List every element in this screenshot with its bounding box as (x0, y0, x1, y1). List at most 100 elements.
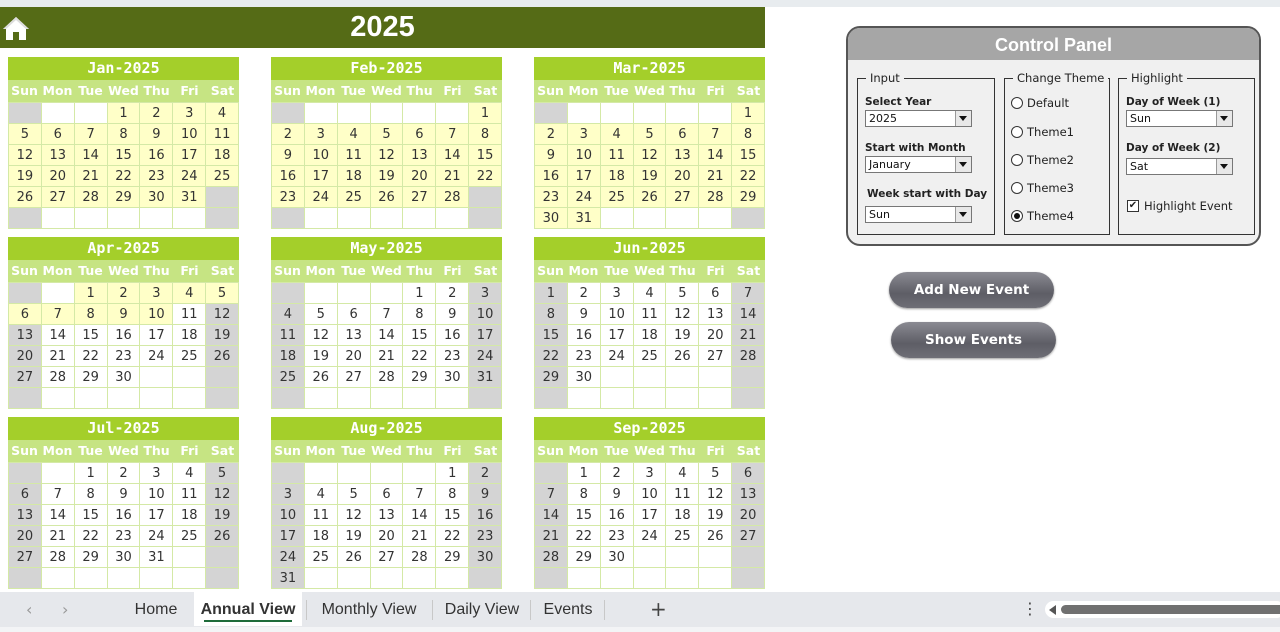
day-cell[interactable]: 25 (206, 166, 239, 187)
day-cell[interactable]: 17 (469, 325, 502, 346)
day-cell[interactable]: 6 (9, 304, 42, 325)
day-cell[interactable]: 7 (41, 304, 75, 325)
day-cell[interactable]: 9 (469, 484, 502, 505)
day-cell[interactable]: 23 (469, 526, 502, 547)
day-cell[interactable]: 11 (173, 484, 207, 505)
day-cell[interactable]: 8 (74, 484, 108, 505)
day-cell[interactable]: 3 (140, 283, 174, 304)
day-cell[interactable]: 28 (535, 547, 568, 568)
day-cell[interactable]: 23 (436, 346, 470, 367)
day-cell[interactable]: 26 (370, 187, 404, 208)
day-cell[interactable]: 19 (9, 166, 42, 187)
day-cell[interactable]: 16 (107, 505, 141, 526)
day-cell[interactable]: 6 (370, 484, 404, 505)
day-cell[interactable]: 31 (140, 547, 174, 568)
day-cell[interactable]: 30 (567, 367, 601, 388)
tab-home[interactable]: Home (128, 592, 184, 626)
day-cell[interactable]: 7 (535, 484, 568, 505)
day-cell[interactable]: 14 (535, 505, 568, 526)
day-cell[interactable]: 22 (436, 526, 470, 547)
day-cell[interactable]: 8 (403, 304, 437, 325)
day-cell[interactable]: 24 (140, 346, 174, 367)
day-cell[interactable]: 10 (173, 124, 207, 145)
day-cell[interactable]: 30 (107, 547, 141, 568)
day-cell[interactable]: 19 (206, 325, 239, 346)
day-cell[interactable]: 12 (666, 304, 700, 325)
day-cell[interactable]: 14 (41, 325, 75, 346)
day-cell[interactable]: 26 (633, 187, 667, 208)
day-cell[interactable]: 10 (469, 304, 502, 325)
chevron-down-icon[interactable] (1216, 159, 1232, 174)
day-cell[interactable]: 16 (567, 325, 601, 346)
start-month-dropdown[interactable]: January (865, 156, 972, 173)
day-cell[interactable]: 18 (173, 325, 207, 346)
day-cell[interactable]: 16 (469, 505, 502, 526)
horizontal-scrollbar[interactable] (1045, 601, 1280, 618)
tab-monthly-view[interactable]: Monthly View (310, 592, 428, 626)
day-cell[interactable]: 11 (633, 304, 667, 325)
day-cell[interactable]: 29 (535, 367, 568, 388)
day-cell[interactable]: 4 (173, 283, 207, 304)
day-cell[interactable]: 21 (732, 325, 765, 346)
day-cell[interactable]: 25 (173, 526, 207, 547)
day-cell[interactable]: 3 (140, 463, 174, 484)
day-cell[interactable]: 4 (337, 124, 371, 145)
day-cell[interactable]: 7 (370, 304, 404, 325)
day-cell[interactable]: 9 (567, 304, 601, 325)
day-cell[interactable]: 21 (436, 166, 470, 187)
day-cell[interactable]: 19 (370, 166, 404, 187)
day-cell[interactable]: 12 (206, 484, 239, 505)
day-cell[interactable]: 5 (337, 484, 371, 505)
day-cell[interactable]: 26 (206, 526, 239, 547)
day-cell[interactable]: 12 (304, 325, 338, 346)
day-cell[interactable]: 2 (600, 463, 634, 484)
day-cell[interactable]: 30 (436, 367, 470, 388)
add-new-event-button[interactable]: Add New Event (889, 272, 1054, 308)
day-cell[interactable]: 6 (732, 463, 765, 484)
day-cell[interactable]: 8 (535, 304, 568, 325)
day-cell[interactable]: 3 (272, 484, 305, 505)
day-cell[interactable]: 25 (600, 187, 634, 208)
day-cell[interactable]: 16 (272, 166, 305, 187)
day-cell[interactable]: 22 (469, 166, 502, 187)
day-cell[interactable]: 11 (304, 505, 338, 526)
day-cell[interactable]: 17 (633, 505, 667, 526)
day-cell[interactable]: 5 (633, 124, 667, 145)
day-cell[interactable]: 22 (403, 346, 437, 367)
day-cell[interactable]: 7 (74, 124, 108, 145)
scrollbar-thumb[interactable] (1061, 605, 1280, 614)
scroll-left-icon[interactable] (1049, 605, 1056, 615)
day-cell[interactable]: 7 (41, 484, 75, 505)
day-cell[interactable]: 17 (272, 526, 305, 547)
day-cell[interactable]: 13 (699, 304, 733, 325)
day-cell[interactable]: 17 (567, 166, 601, 187)
day-cell[interactable]: 23 (107, 526, 141, 547)
day-cell[interactable]: 27 (699, 346, 733, 367)
day-cell[interactable]: 6 (41, 124, 75, 145)
day-cell[interactable]: 14 (732, 304, 765, 325)
checkbox-icon[interactable]: ✔ (1127, 200, 1139, 212)
day-cell[interactable]: 16 (436, 325, 470, 346)
day-cell[interactable]: 22 (107, 166, 141, 187)
day-cell[interactable]: 23 (567, 346, 601, 367)
day-cell[interactable]: 19 (337, 526, 371, 547)
day-cell[interactable]: 17 (173, 145, 207, 166)
day-cell[interactable]: 25 (337, 187, 371, 208)
day-cell[interactable]: 25 (173, 346, 207, 367)
theme-radio-theme3[interactable]: Theme3 (1011, 181, 1074, 195)
day-cell[interactable]: 12 (337, 505, 371, 526)
day-cell[interactable]: 13 (403, 145, 437, 166)
day-cell[interactable]: 13 (337, 325, 371, 346)
day-cell[interactable]: 22 (74, 346, 108, 367)
day-cell[interactable]: 1 (74, 283, 108, 304)
day-cell[interactable]: 18 (666, 505, 700, 526)
day-cell[interactable]: 5 (666, 283, 700, 304)
day-cell[interactable]: 4 (666, 463, 700, 484)
day-cell[interactable]: 30 (107, 367, 141, 388)
day-cell[interactable]: 15 (74, 505, 108, 526)
day-cell[interactable]: 20 (41, 166, 75, 187)
day-cell[interactable]: 29 (74, 367, 108, 388)
day-cell[interactable]: 2 (567, 283, 601, 304)
day-cell[interactable]: 9 (535, 145, 568, 166)
day-cell[interactable]: 22 (732, 166, 765, 187)
